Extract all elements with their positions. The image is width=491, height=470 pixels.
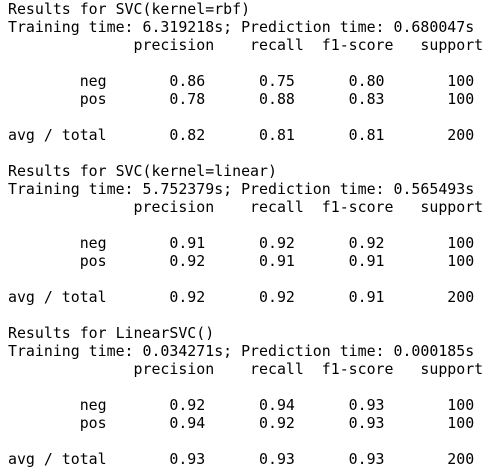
table-row-neg: neg 0.91 0.92 0.92 100 bbox=[8, 234, 475, 252]
table-row-avg-total: avg / total 0.82 0.81 0.81 200 bbox=[8, 126, 475, 144]
results-block-svc-rbf: Results for SVC(kernel=rbf) Training tim… bbox=[8, 0, 491, 162]
table-row-neg: neg 0.86 0.75 0.80 100 bbox=[8, 72, 475, 90]
table-header: precision recall f1-score support bbox=[8, 198, 484, 216]
table-header: precision recall f1-score support bbox=[8, 360, 484, 378]
table-row-pos: pos 0.78 0.88 0.83 100 bbox=[8, 90, 475, 108]
terminal-output: Results for SVC(kernel=rbf) Training tim… bbox=[8, 0, 491, 468]
results-block-linear-svc: Results for LinearSVC() Training time: 0… bbox=[8, 324, 491, 468]
timing-line: Training time: 6.319218s; Prediction tim… bbox=[8, 18, 475, 36]
timing-line: Training time: 0.034271s; Prediction tim… bbox=[8, 342, 475, 360]
table-row-avg-total: avg / total 0.92 0.92 0.91 200 bbox=[8, 288, 475, 306]
table-row-pos: pos 0.94 0.92 0.93 100 bbox=[8, 414, 475, 432]
table-header: precision recall f1-score support bbox=[8, 36, 484, 54]
results-title: Results for LinearSVC() bbox=[8, 324, 215, 342]
results-title: Results for SVC(kernel=rbf) bbox=[8, 0, 251, 18]
results-title: Results for SVC(kernel=linear) bbox=[8, 162, 277, 180]
timing-line: Training time: 5.752379s; Prediction tim… bbox=[8, 180, 475, 198]
results-block-svc-linear: Results for SVC(kernel=linear) Training … bbox=[8, 162, 491, 324]
table-row-avg-total: avg / total 0.93 0.93 0.93 200 bbox=[8, 450, 475, 468]
table-row-neg: neg 0.92 0.94 0.93 100 bbox=[8, 396, 475, 414]
table-row-pos: pos 0.92 0.91 0.91 100 bbox=[8, 252, 475, 270]
